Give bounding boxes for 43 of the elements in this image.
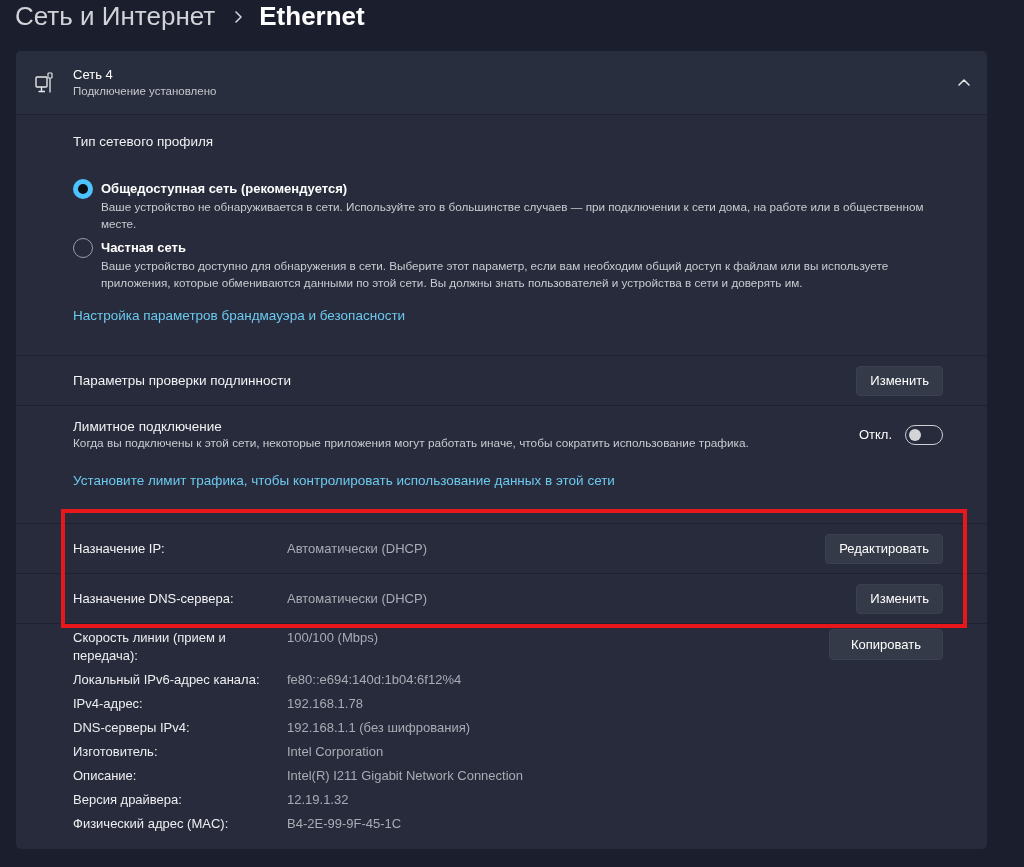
network-header[interactable]: Сеть 4 Подключение установлено: [16, 51, 987, 115]
property-label: IPv4-адрес:: [73, 695, 144, 713]
change-button[interactable]: Изменить: [856, 365, 943, 396]
radio-button[interactable]: [73, 179, 93, 199]
page-title: Ethernet: [259, 0, 365, 32]
property-value: B4-2E-99-9F-45-1C: [287, 815, 403, 833]
property-value: Intel Corporation: [287, 743, 385, 761]
toggle-state-label: Откл.: [858, 425, 892, 444]
setting-label: Назначение IP:: [73, 539, 166, 558]
option-label: Частная сеть: [101, 239, 187, 257]
property-label: DNS-серверы IPv4:: [73, 719, 191, 737]
copy-button[interactable]: Копировать: [829, 629, 943, 660]
setting-label: Назначение DNS-сервера:: [73, 589, 235, 608]
property-label: Скорость линии (прием и передача):: [73, 629, 227, 665]
property-value: 100/100 (Mbps): [287, 629, 380, 647]
breadcrumb-parent[interactable]: Сеть и Интернет: [15, 0, 216, 32]
option-description: Ваше устройство доступно для обнаружения в сети. Выберите этот параметр, если вам необходим общий доступ к файлам или вы используете приложения, которые обмениваются данными по этой сети. Вы должны знать пользователей и устройства в сети и доверять им.: [101, 258, 890, 291]
setting-description: Когда вы подключены к этой сети, некоторые приложения могут работать иначе, чтобы сократить использование трафика.: [73, 436, 749, 451]
property-label: Изготовитель:: [73, 743, 159, 761]
property-value: 12.19.1.32: [287, 791, 350, 809]
property-value: Intel(R) I211 Gigabit Network Connection: [287, 767, 524, 785]
chevron-right-icon: [235, 11, 243, 23]
data-limit-link[interactable]: Установите лимит трафика, чтобы контролировать использование данных в этой сети: [73, 472, 615, 490]
wired-monitor-icon: [35, 71, 53, 94]
connection-status: Подключение установлено: [73, 84, 217, 99]
edit-button[interactable]: Изменить: [856, 583, 943, 614]
setting-value: Автоматически (DHCP): [287, 539, 427, 558]
property-label: Физический адрес (MAC):: [73, 815, 230, 833]
property-label: Локальный IPv6-адрес канала:: [73, 671, 261, 689]
property-label: Версия драйвера:: [73, 791, 183, 809]
setting-value: Автоматически (DHCP): [287, 589, 427, 608]
section-heading: Тип сетевого профиля: [73, 133, 215, 151]
property-value: 192.168.1.1 (без шифрования): [287, 719, 472, 737]
edit-button[interactable]: Редактировать: [825, 533, 943, 564]
property-value: 192.168.1.78: [287, 695, 364, 713]
property-value: fe80::e694:140d:1b04:6f12%4: [287, 671, 463, 689]
option-description: Ваше устройство не обнаруживается в сети. Используйте это в большинстве случаев — при подключении к сети дома, на работе или в общественном месте.: [101, 199, 925, 232]
network-name: Сеть 4: [73, 66, 114, 84]
firewall-settings-link[interactable]: Настройка параметров брандмауэра и безопасности: [73, 307, 406, 325]
property-label: Описание:: [73, 767, 138, 785]
option-label: Общедоступная сеть (рекомендуется): [101, 180, 349, 198]
setting-label: Лимитное подключение: [73, 418, 223, 436]
setting-label: Параметры проверки подлинности: [73, 371, 291, 390]
